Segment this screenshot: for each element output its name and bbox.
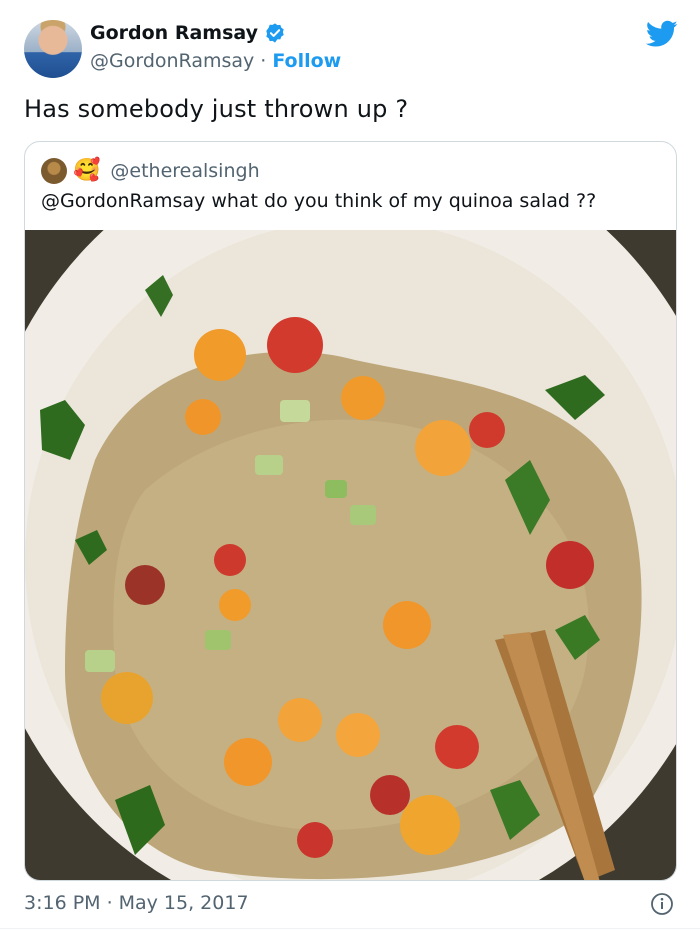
quinoa-salad-photo[interactable] (25, 230, 676, 880)
author-handle[interactable]: @GordonRamsay (90, 50, 254, 72)
author-avatar[interactable] (24, 20, 82, 78)
tweet-time: 3:16 PM (24, 892, 101, 914)
quoted-author-handle[interactable]: @etherealsingh (110, 160, 259, 182)
quoted-tweet[interactable]: 🥰 @etherealsingh @GordonRamsay what do y… (24, 141, 677, 881)
tweet-card: Gordon Ramsay @GordonRamsay · Follow Has… (0, 0, 700, 933)
tweet-date: May 15, 2017 (118, 892, 249, 914)
timestamp-separator: · (106, 892, 113, 914)
author-name-row: Gordon Ramsay (90, 22, 286, 44)
follow-button[interactable]: Follow (272, 50, 341, 72)
info-icon[interactable] (650, 892, 674, 916)
tweet-text: Has somebody just thrown up ? (24, 95, 409, 123)
quoted-tweet-text: @GordonRamsay what do you think of my qu… (41, 190, 597, 212)
tweet-timestamp[interactable]: 3:16 PM · May 15, 2017 (24, 892, 249, 914)
twitter-bird-icon[interactable] (646, 20, 678, 48)
quoted-tweet-header: 🥰 @etherealsingh (41, 158, 260, 184)
quoted-author-avatar[interactable] (41, 158, 67, 184)
author-display-name[interactable]: Gordon Ramsay (90, 22, 258, 44)
salad-bowl-illustration (25, 230, 676, 880)
smiling-face-with-hearts-icon: 🥰 (73, 158, 101, 183)
author-handle-row: @GordonRamsay · Follow (90, 50, 341, 72)
verified-badge-icon (266, 23, 284, 43)
bottom-divider (0, 928, 700, 929)
handle-separator: · (260, 50, 267, 72)
